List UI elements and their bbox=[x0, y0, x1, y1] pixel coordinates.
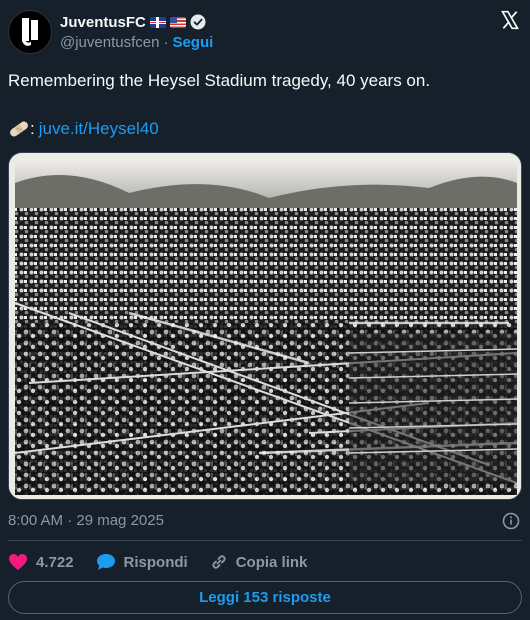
separator-dot: · bbox=[163, 33, 169, 51]
tweet-media-photo[interactable] bbox=[8, 152, 522, 500]
link-icon bbox=[212, 555, 226, 569]
heart-icon bbox=[9, 554, 27, 570]
like-count: 4.722 bbox=[36, 553, 74, 571]
uk-flag-icon bbox=[149, 16, 166, 28]
read-replies-label: Leggi 153 risposte bbox=[199, 589, 331, 606]
copy-link-label: Copia link bbox=[235, 553, 308, 571]
author-name[interactable]: JuventusFC bbox=[60, 14, 146, 31]
author-handle[interactable]: @juventusfcen bbox=[60, 34, 159, 51]
verified-badge-icon bbox=[190, 14, 206, 30]
avatar[interactable] bbox=[8, 10, 52, 54]
tweet-header: JuventusFC @juventusfcen · Segui bbox=[8, 8, 522, 56]
like-button[interactable]: 4.722 bbox=[8, 553, 74, 571]
juventus-logo-icon bbox=[22, 18, 38, 46]
link-prefix: : bbox=[30, 119, 35, 138]
us-flag-icon bbox=[169, 16, 186, 28]
copy-link-button[interactable]: Copia link bbox=[210, 553, 308, 571]
bandage-icon bbox=[10, 121, 28, 137]
divider bbox=[8, 540, 522, 541]
tweet-actions: 4.722 Rispondi Copia link bbox=[8, 550, 329, 574]
follow-button[interactable]: Segui bbox=[172, 34, 213, 51]
speech-bubble-icon bbox=[96, 554, 115, 570]
tweet-text: Remembering the Heysel Stadium tragedy, … bbox=[8, 71, 431, 90]
info-icon[interactable] bbox=[502, 512, 520, 530]
read-replies-button[interactable]: Leggi 153 risposte bbox=[8, 581, 522, 614]
tweet-link[interactable]: juve.it/Heysel40 bbox=[39, 118, 159, 140]
tweet-timestamp[interactable]: 8:00 AM · 29 mag 2025 bbox=[8, 512, 164, 529]
reply-button[interactable]: Rispondi bbox=[96, 553, 188, 571]
x-logo-icon[interactable] bbox=[500, 10, 520, 30]
tweet-link-line: : juve.it/Heysel40 bbox=[8, 118, 159, 140]
reply-label: Rispondi bbox=[123, 553, 188, 571]
stadium-crowd-photo bbox=[9, 153, 521, 499]
